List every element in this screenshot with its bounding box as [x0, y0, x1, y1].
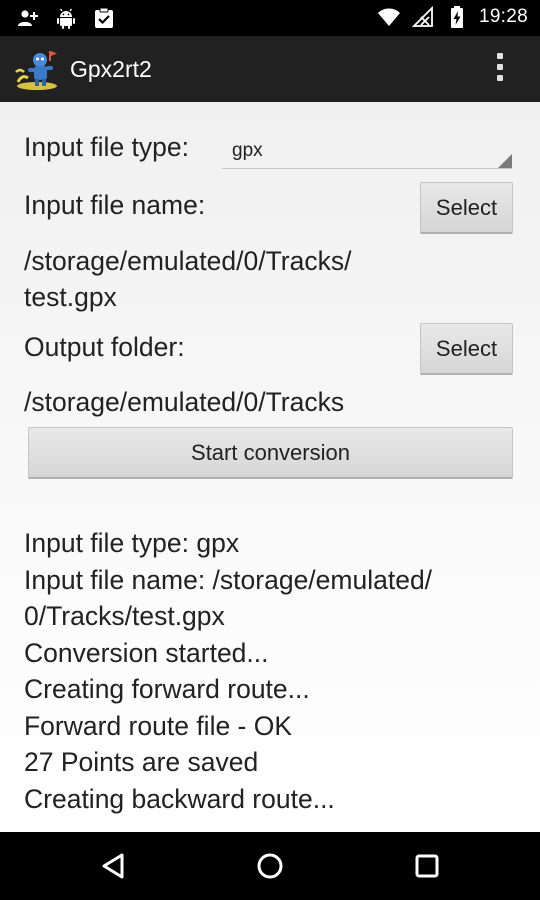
output-folder-label: Output folder:	[24, 332, 185, 362]
input-file-path-line1: /storage/emulated/0/Tracks/	[24, 246, 352, 276]
back-icon[interactable]	[94, 846, 134, 886]
output-folder-select-button[interactable]: Select	[420, 323, 513, 375]
main-content: Input file type: gpx Input file name: Se…	[0, 102, 540, 832]
recents-icon[interactable]	[407, 846, 447, 886]
input-file-select-button[interactable]: Select	[420, 182, 513, 234]
log-line: 27 Points are saved	[24, 747, 259, 777]
notification-icons	[16, 6, 116, 30]
spinner-arrow-icon	[498, 154, 512, 168]
no-signal-icon	[411, 5, 435, 29]
input-file-path: /storage/emulated/0/Tracks/ test.gpx	[24, 243, 351, 315]
input-file-name-label: Input file name:	[24, 190, 206, 220]
log-line: 0/Tracks/test.gpx	[24, 601, 225, 631]
log-line: Creating forward route...	[24, 674, 310, 704]
action-bar: Gpx2rt2	[0, 36, 540, 102]
input-file-type-value: gpx	[232, 140, 263, 161]
screen: 19:28 Gpx2rt2 Input file type: gpx Input…	[0, 0, 540, 900]
log-line: Forward route file - OK	[24, 710, 293, 741]
input-file-path-line2: test.gpx	[24, 282, 117, 312]
clipboard-check-icon	[92, 6, 116, 30]
log-line: Input file name: /storage/emulated/	[24, 564, 433, 595]
add-person-icon	[16, 6, 40, 30]
conversion-log: Input file type: gpx Input file name: /s…	[24, 525, 524, 817]
navigation-bar	[0, 832, 540, 900]
start-conversion-button[interactable]: Start conversion	[28, 427, 513, 479]
battery-charging-icon	[445, 5, 469, 29]
overflow-menu-icon[interactable]	[490, 53, 510, 87]
log-line: Conversion started...	[24, 637, 269, 668]
log-line: Creating backward route...	[24, 783, 335, 814]
input-file-type-spinner[interactable]: gpx	[222, 132, 512, 169]
status-time: 19:28	[478, 6, 528, 27]
android-icon	[54, 6, 78, 30]
log-line: Input file type: gpx	[24, 528, 240, 558]
input-file-type-label: Input file type:	[24, 132, 189, 162]
app-logo-icon	[14, 48, 60, 92]
output-folder-path: /storage/emulated/0/Tracks	[24, 387, 345, 417]
app-title: Gpx2rt2	[70, 56, 152, 82]
wifi-icon	[377, 5, 401, 29]
system-icons: 19:28	[377, 5, 528, 29]
status-bar: 19:28	[0, 0, 540, 36]
home-icon[interactable]	[250, 846, 290, 886]
